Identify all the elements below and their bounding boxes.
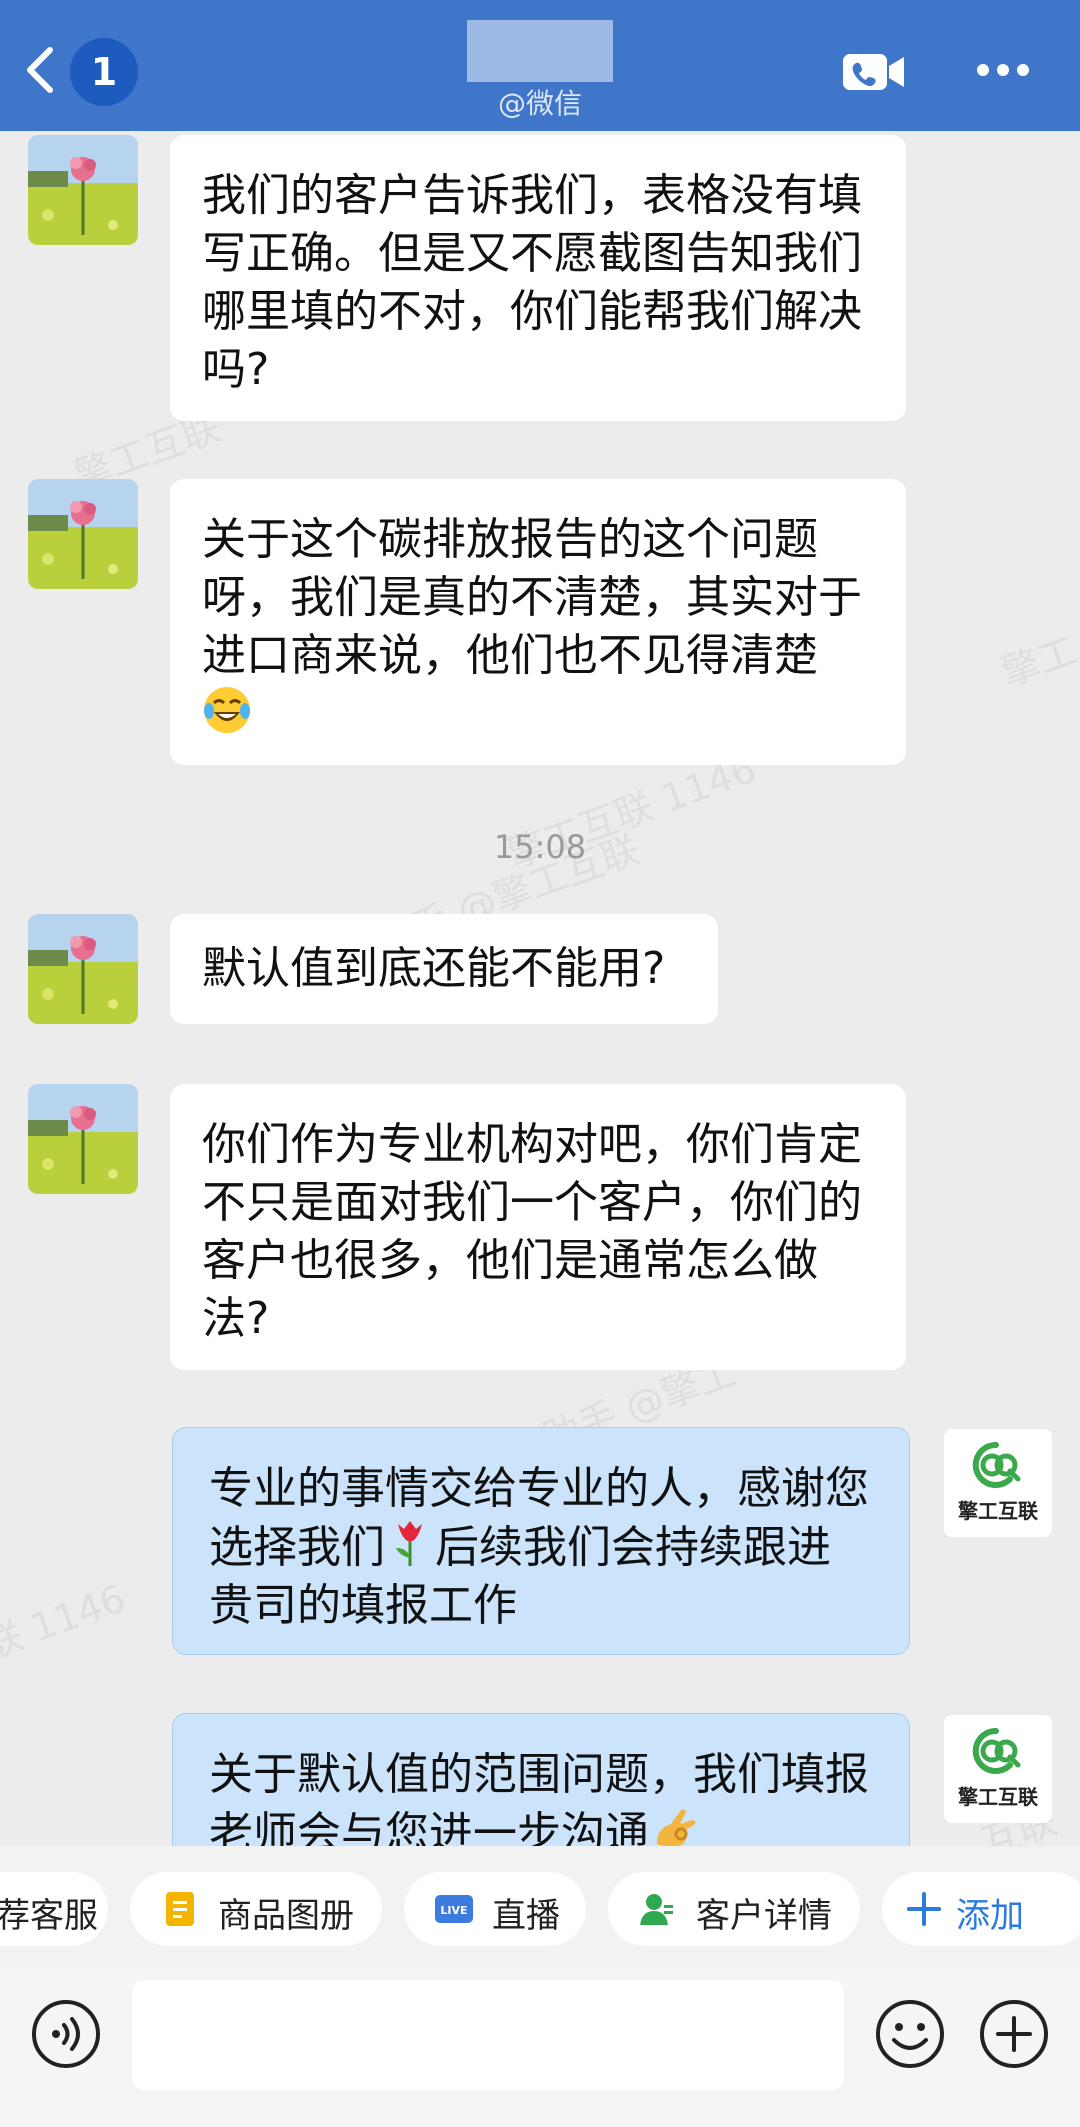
incoming-message-bubble[interactable]: 我们的客户告诉我们，表格没有填写正确。但是又不愿截图告知我们哪里填的不对，你们能…: [170, 135, 906, 421]
ok-hand-emoji-icon: [657, 1809, 696, 1846]
outgoing-message-bubble[interactable]: 专业的事情交给专业的人，感谢您选择我们 后续我们会持续跟进贵司的填报工作: [172, 1427, 910, 1655]
chip-label: 客户详情: [696, 1896, 832, 1936]
watermark: 联 1146: [0, 1576, 132, 1668]
tulip-emoji-icon: [396, 1521, 422, 1566]
incoming-message-bubble[interactable]: 关于这个碳排放报告的这个问题呀，我们是真的不清楚，其实对于进口商来说，他们也不见…: [170, 479, 906, 765]
message-text-input[interactable]: [132, 1980, 844, 2090]
incoming-message-bubble[interactable]: 你们作为专业机构对吧，你们肯定不只是面对我们一个客户，你们的客户也很多，他们是通…: [170, 1084, 906, 1370]
chat-message-list[interactable]: 擎工互联 擎工互联 1146 小助手 @擎工互联 小助手 @擎工 联 1146 …: [0, 131, 1080, 1846]
quick-action-bar: 荐客服 商品图册 LIVE 直播 客户详情 添加: [0, 1846, 1080, 1966]
agent-avatar-label: 擎工互联: [958, 1499, 1038, 1523]
message-text: 关于这个碳排放报告的这个问题呀，我们是真的不清楚，其实对于进口商来说，他们也不见…: [202, 514, 862, 681]
outgoing-message-bubble[interactable]: 关于默认值的范围问题，我们填报老师会与您进一步沟通: [172, 1713, 910, 1846]
chip-label: 商品图册: [218, 1896, 354, 1936]
brand-logo-icon: [972, 1727, 1021, 1774]
more-functions-plus-icon[interactable]: [978, 1998, 1050, 2070]
chip-label: 荐客服: [0, 1896, 98, 1936]
brand-logo-icon: [972, 1441, 1021, 1488]
recommend-service-chip[interactable]: 荐客服: [0, 1872, 108, 1946]
incoming-message-bubble[interactable]: 默认值到底还能不能用?: [170, 914, 718, 1024]
message-input-bar: [0, 1966, 1080, 2127]
agent-avatar-label: 擎工互联: [958, 1785, 1038, 1809]
voice-input-icon[interactable]: [30, 1998, 102, 2070]
chip-label: 添加: [956, 1896, 1024, 1936]
more-options-icon[interactable]: [976, 62, 1030, 78]
product-catalog-chip[interactable]: 商品图册: [130, 1872, 382, 1946]
live-badge-text: LIVE: [440, 1904, 467, 1917]
emoji-picker-icon[interactable]: [874, 1998, 946, 2070]
watermark: 擎工: [995, 628, 1080, 696]
message-timestamp: 15:08: [493, 828, 587, 866]
contact-source-label: @微信: [497, 87, 582, 120]
plus-icon: [907, 1892, 941, 1926]
customer-profile-icon: [640, 1894, 673, 1925]
contact-avatar[interactable]: [28, 914, 138, 1024]
contact-name-redacted[interactable]: [467, 20, 613, 82]
video-call-icon[interactable]: [842, 52, 906, 92]
add-action-chip[interactable]: 添加: [882, 1872, 1080, 1946]
contact-avatar[interactable]: [28, 135, 138, 245]
message-text: 关于默认值的范围问题，我们填报老师会与您进一步沟通: [209, 1749, 869, 1846]
catalog-icon: [166, 1892, 194, 1926]
tears-of-joy-emoji-icon: [204, 687, 250, 733]
live-badge-icon: LIVE: [435, 1895, 473, 1923]
agent-avatar[interactable]: 擎工互联: [944, 1715, 1052, 1823]
contact-avatar[interactable]: [28, 479, 138, 589]
chip-label: 直播: [492, 1896, 560, 1936]
customer-details-chip[interactable]: 客户详情: [608, 1872, 860, 1946]
contact-avatar[interactable]: [28, 1084, 138, 1194]
live-stream-chip[interactable]: LIVE 直播: [404, 1872, 586, 1946]
agent-avatar[interactable]: 擎工互联: [944, 1429, 1052, 1537]
chat-header: 1 @微信: [0, 0, 1080, 131]
